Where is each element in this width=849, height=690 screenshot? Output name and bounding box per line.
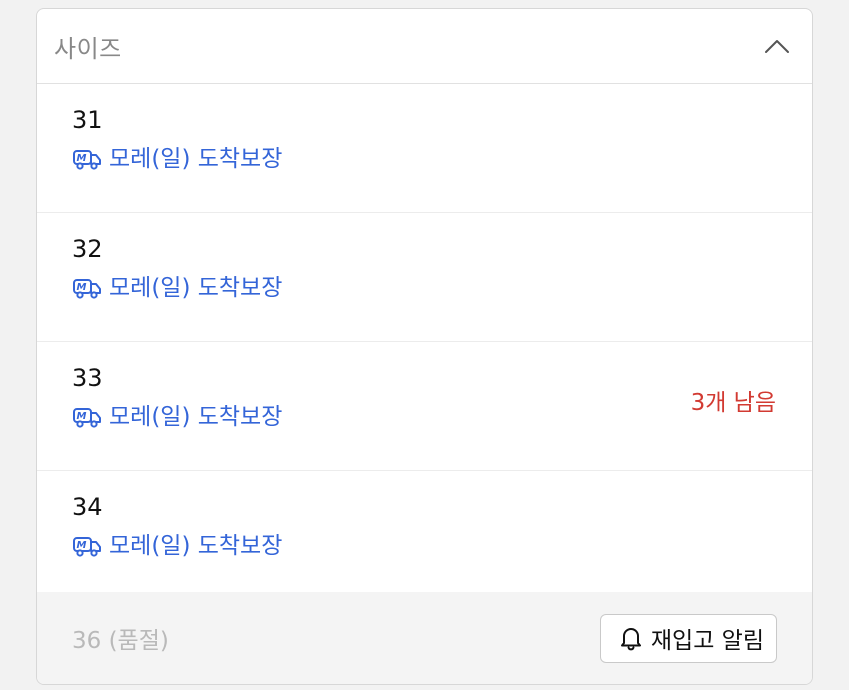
restock-alert-button[interactable]: 재입고 알림 (599, 613, 777, 663)
size-option-32[interactable]: 32 M 모레(일) 도착보장 (37, 213, 812, 342)
delivery-guarantee: M 모레(일) 도착보장 (72, 275, 812, 301)
size-label: 31 (72, 106, 103, 134)
size-option-36-soldout: 36 (품절) 재입고 알림 (37, 592, 812, 684)
size-label: 33 (72, 364, 103, 392)
size-label: 34 (72, 493, 103, 521)
restock-button-label: 재입고 알림 (650, 628, 764, 654)
size-label: 32 (72, 235, 103, 263)
svg-text:M: M (77, 540, 87, 551)
chevron-up-icon[interactable] (764, 38, 790, 54)
truck-icon: M (73, 408, 101, 428)
truck-icon: M (73, 537, 101, 557)
svg-text:M: M (77, 153, 87, 164)
bell-icon (620, 628, 641, 651)
delivery-guarantee: M 모레(일) 도착보장 (72, 146, 812, 172)
delivery-text: 모레(일) 도착보장 (109, 146, 283, 172)
truck-icon: M (73, 150, 101, 170)
size-dropdown-title: 사이즈 (54, 34, 122, 63)
size-option-33[interactable]: 33 M 모레(일) 도착보장 3개 남음 (37, 342, 812, 471)
delivery-text: 모레(일) 도착보장 (109, 404, 283, 430)
size-selector-panel: 사이즈 31 M 모레(일) 도착보장 32 M 모레(일) 도착보장 33 M… (36, 8, 813, 685)
svg-text:M: M (77, 411, 87, 422)
truck-icon: M (73, 279, 101, 299)
size-option-34[interactable]: 34 M 모레(일) 도착보장 (37, 471, 812, 600)
size-dropdown-header[interactable]: 사이즈 (37, 9, 812, 84)
soldout-size-label: 36 (품절) (72, 628, 169, 654)
delivery-text: 모레(일) 도착보장 (109, 533, 283, 559)
low-stock-note: 3개 남음 (690, 390, 776, 416)
delivery-text: 모레(일) 도착보장 (109, 275, 283, 301)
svg-text:M: M (77, 282, 87, 293)
delivery-guarantee: M 모레(일) 도착보장 (72, 533, 812, 559)
size-option-31[interactable]: 31 M 모레(일) 도착보장 (37, 84, 812, 213)
